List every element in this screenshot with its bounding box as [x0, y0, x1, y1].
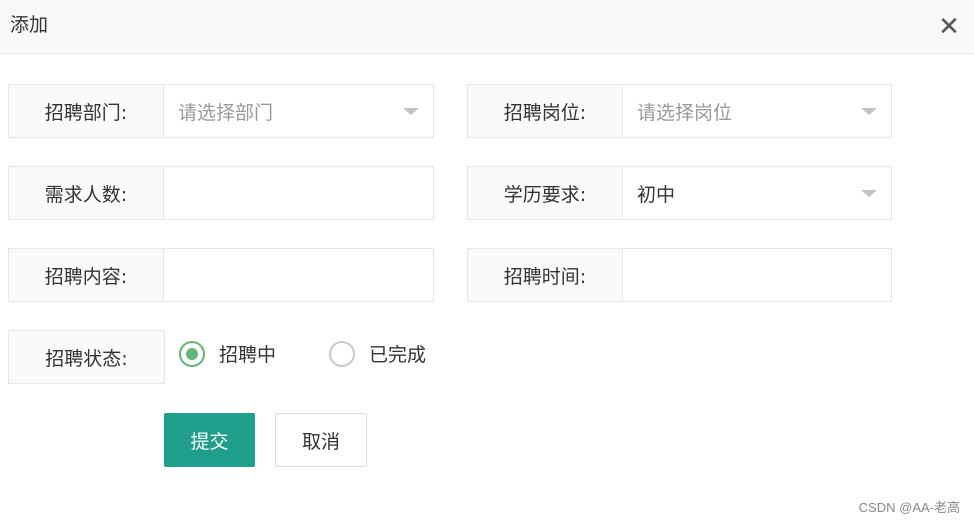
- position-label: 招聘岗位:: [468, 85, 623, 137]
- content-input-wrap: [164, 249, 433, 301]
- headcount-label: 需求人数:: [9, 167, 164, 219]
- education-value: 初中: [637, 183, 676, 206]
- status-radio-completed[interactable]: 已完成: [329, 340, 426, 367]
- chevron-down-icon: [861, 108, 877, 115]
- radio-unchecked-icon: [329, 340, 355, 367]
- time-input-wrap: [623, 249, 891, 301]
- department-field: 招聘部门: 请选择部门: [8, 84, 434, 138]
- status-field: 招聘状态:: [8, 330, 165, 384]
- content-field: 招聘内容:: [8, 248, 434, 302]
- position-select[interactable]: 请选择岗位: [623, 85, 891, 137]
- time-field: 招聘时间:: [467, 248, 892, 302]
- headcount-field: 需求人数:: [8, 166, 434, 220]
- chevron-down-icon: [403, 108, 419, 115]
- submit-button[interactable]: 提交: [164, 413, 255, 467]
- time-input[interactable]: [637, 249, 891, 301]
- time-label: 招聘时间:: [468, 249, 623, 301]
- close-icon[interactable]: ✕: [934, 12, 964, 42]
- dialog-title: 添加: [10, 14, 49, 36]
- headcount-input[interactable]: [178, 167, 433, 219]
- dialog-header: 添加 ✕: [0, 0, 974, 54]
- watermark: CSDN @AA-老高: [858, 500, 960, 515]
- position-field: 招聘岗位: 请选择岗位: [467, 84, 892, 138]
- department-select[interactable]: 请选择部门: [164, 85, 433, 137]
- chevron-down-icon: [861, 190, 877, 197]
- radio-checked-icon: [179, 340, 205, 367]
- education-select[interactable]: 初中: [623, 167, 891, 219]
- education-label: 学历要求:: [468, 167, 623, 219]
- position-placeholder: 请选择岗位: [637, 101, 733, 124]
- education-field: 学历要求: 初中: [467, 166, 892, 220]
- status-option-label: 已完成: [369, 344, 427, 366]
- content-label: 招聘内容:: [9, 249, 164, 301]
- department-placeholder: 请选择部门: [178, 101, 274, 124]
- status-option-label: 招聘中: [219, 344, 277, 366]
- department-label: 招聘部门:: [9, 85, 164, 137]
- content-input[interactable]: [178, 249, 433, 301]
- cancel-button[interactable]: 取消: [275, 413, 367, 467]
- status-radio-recruiting[interactable]: 招聘中: [179, 340, 276, 367]
- headcount-input-wrap: [164, 167, 433, 219]
- status-label: 招聘状态:: [9, 331, 164, 383]
